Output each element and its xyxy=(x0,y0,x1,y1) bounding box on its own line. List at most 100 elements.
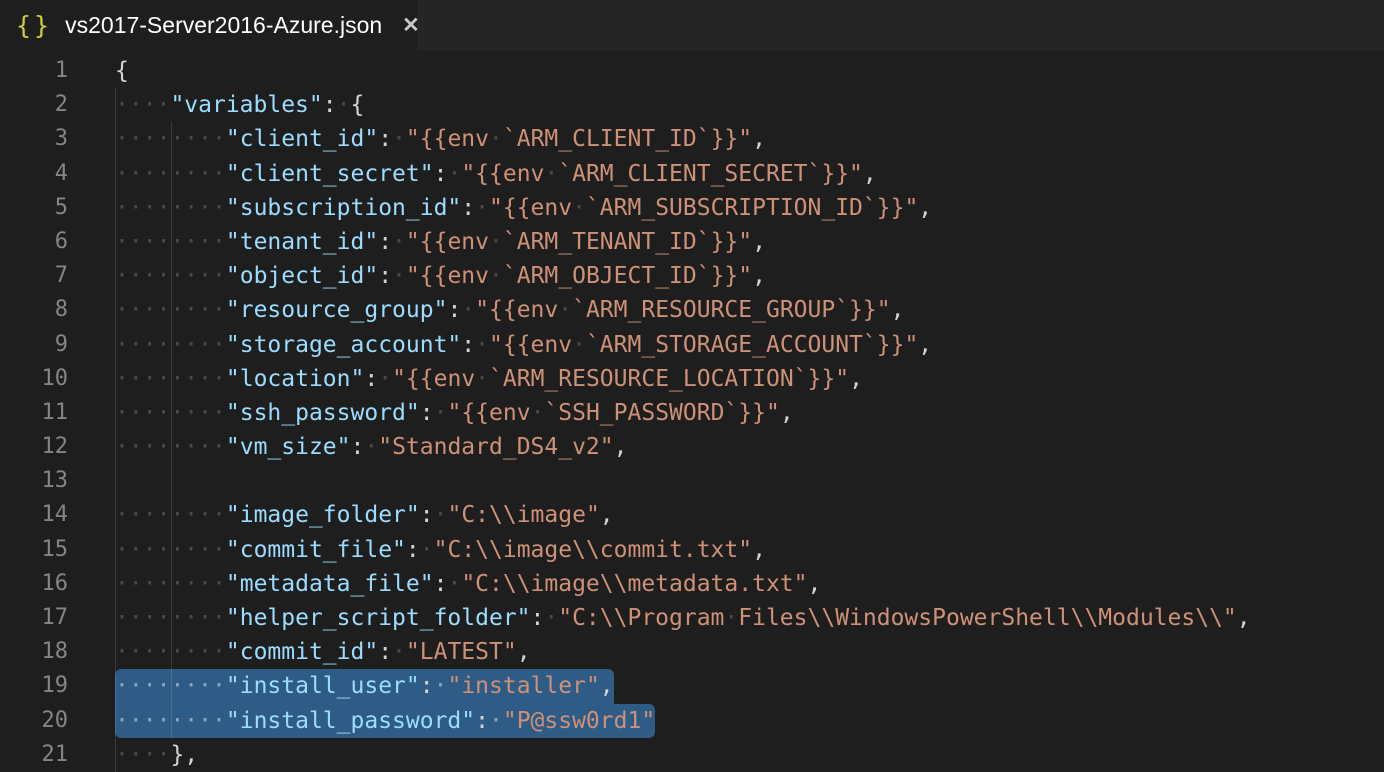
code-token: ········ xyxy=(115,126,226,152)
code-line[interactable]: 9········"storage_account":·"{{env·`ARM_… xyxy=(0,328,1384,362)
whitespace-dot: · xyxy=(115,161,129,187)
code-line[interactable]: 2····"variables":·{ xyxy=(0,88,1384,122)
whitespace-dot: · xyxy=(475,195,489,221)
line-number[interactable]: 18 xyxy=(0,635,68,669)
code-token: ········ xyxy=(115,605,226,631)
code-line[interactable]: 14········"image_folder":·"C:\\image", xyxy=(0,498,1384,532)
code-line[interactable]: 3 ········"client_id":·"{{env·`ARM_CLIENT… xyxy=(0,122,1384,156)
whitespace-dot: · xyxy=(198,605,212,631)
tab-close-icon[interactable]: ✕ xyxy=(402,11,420,39)
code-line[interactable]: 8········"resource_group":·"{{env·`ARM_R… xyxy=(0,293,1384,327)
code-token: :· xyxy=(420,673,448,699)
whitespace-dot: · xyxy=(170,571,184,597)
code-line[interactable]: 11 ········"ssh_password":·"{{env·`SSH_PA… xyxy=(0,396,1384,430)
code-line[interactable]: 13 xyxy=(0,464,1384,498)
code-line[interactable]: 19········"install_user":·"installer", xyxy=(0,669,1384,703)
code-token: , xyxy=(752,263,766,289)
code-token: "helper_script_folder" xyxy=(226,605,531,631)
whitespace-dot: · xyxy=(129,673,143,699)
code-line[interactable]: 6········"tenant_id":·"{{env·`ARM_TENANT… xyxy=(0,225,1384,259)
code-text: ········"ssh_password":·"{{env·`SSH_PASS… xyxy=(115,396,794,430)
whitespace-dot: · xyxy=(157,537,171,563)
code-line[interactable]: 18········"commit_id":·"LATEST", xyxy=(0,635,1384,669)
line-number[interactable]: 19 xyxy=(0,669,68,703)
code-line[interactable]: 5········"subscription_id":·"{{env·`ARM_… xyxy=(0,191,1384,225)
code-line[interactable]: 4········"client_secret":·"{{env·`ARM_CL… xyxy=(0,157,1384,191)
line-number[interactable]: 14 xyxy=(0,498,68,532)
line-number[interactable]: 8 xyxy=(0,293,68,327)
code-token: "vm_size" xyxy=(226,434,351,460)
whitespace-dot: · xyxy=(129,400,143,426)
code-token: :· xyxy=(351,434,379,460)
whitespace-dot: · xyxy=(129,229,143,255)
code-token: :· xyxy=(434,161,462,187)
whitespace-dot: · xyxy=(392,229,406,255)
code-token: "commit_file" xyxy=(226,537,406,563)
line-number[interactable]: 3 xyxy=(0,122,68,156)
editor-lines: 1{2····"variables":·{3········"client_id… xyxy=(0,54,1384,772)
code-line[interactable]: 12········"vm_size":·"Standard_DS4_v2", xyxy=(0,430,1384,464)
line-number[interactable]: 12 xyxy=(0,430,68,464)
whitespace-dot: · xyxy=(572,332,586,358)
whitespace-dot: · xyxy=(212,673,226,699)
code-token: , xyxy=(780,400,794,426)
code-text: ········"commit_file":·"C:\\image\\commi… xyxy=(115,533,766,567)
whitespace-dot: · xyxy=(170,605,184,631)
whitespace-dot: · xyxy=(212,195,226,221)
whitespace-dot: · xyxy=(198,639,212,665)
code-line[interactable]: 1{ xyxy=(0,54,1384,88)
code-line[interactable]: 10········"location":·"{{env·`ARM_RESOUR… xyxy=(0,362,1384,396)
code-line[interactable]: 21····}, xyxy=(0,738,1384,772)
line-number[interactable]: 20 xyxy=(0,704,68,738)
whitespace-dot: · xyxy=(184,161,198,187)
line-number[interactable]: 7 xyxy=(0,259,68,293)
line-number[interactable]: 2 xyxy=(0,88,68,122)
whitespace-dot: · xyxy=(115,571,129,597)
whitespace-dot: · xyxy=(157,366,171,392)
code-token: , xyxy=(752,537,766,563)
whitespace-dot: · xyxy=(184,366,198,392)
code-text: ········"metadata_file":·"C:\\image\\met… xyxy=(115,567,821,601)
whitespace-dot: · xyxy=(212,161,226,187)
whitespace-dot: · xyxy=(170,434,184,460)
code-line[interactable]: 7········"object_id":·"{{env·`ARM_OBJECT… xyxy=(0,259,1384,293)
whitespace-dot: · xyxy=(143,537,157,563)
editor[interactable]: 1{2····"variables":·{3········"client_id… xyxy=(0,50,1384,772)
whitespace-dot: · xyxy=(212,537,226,563)
whitespace-dot: · xyxy=(170,161,184,187)
line-number[interactable]: 1 xyxy=(0,54,68,88)
code-token: ········ xyxy=(115,537,226,563)
line-number[interactable]: 5 xyxy=(0,191,68,225)
code-line[interactable]: 20········"install_password":·"P@ssw0rd1… xyxy=(0,704,1384,738)
whitespace-dot: · xyxy=(198,263,212,289)
code-token: "{{env·`ARM_TENANT_ID`}}" xyxy=(406,229,752,255)
line-number[interactable]: 17 xyxy=(0,601,68,635)
line-number[interactable]: 13 xyxy=(0,464,68,498)
whitespace-dot: · xyxy=(170,639,184,665)
whitespace-dot: · xyxy=(212,229,226,255)
whitespace-dot: · xyxy=(129,366,143,392)
whitespace-dot: · xyxy=(184,571,198,597)
code-token: ········ xyxy=(115,434,226,460)
code-token: "{{env·`ARM_SUBSCRIPTION_ID`}}" xyxy=(489,195,918,221)
line-number[interactable]: 6 xyxy=(0,225,68,259)
line-number[interactable]: 11 xyxy=(0,396,68,430)
line-number[interactable]: 16 xyxy=(0,567,68,601)
tab-vs2017-server2016-azure[interactable]: {} vs2017-Server2016-Azure.json ✕ xyxy=(0,0,417,50)
line-number[interactable]: 4 xyxy=(0,157,68,191)
code-token: "location" xyxy=(226,366,364,392)
line-number[interactable]: 15 xyxy=(0,533,68,567)
whitespace-dot: · xyxy=(184,708,198,734)
code-token: :· xyxy=(461,195,489,221)
whitespace-dot: · xyxy=(157,708,171,734)
code-line[interactable]: 15 ········"commit_file":·"C:\\image\\com… xyxy=(0,533,1384,567)
code-line[interactable]: 17········"helper_script_folder":·"C:\\P… xyxy=(0,601,1384,635)
code-token: "install_user" xyxy=(226,673,420,699)
line-number[interactable]: 9 xyxy=(0,328,68,362)
whitespace-dot: · xyxy=(129,92,143,118)
code-line[interactable]: 16 ········"metadata_file":·"C:\\image\\m… xyxy=(0,567,1384,601)
code-text: ········"client_id":·"{{env·`ARM_CLIENT_… xyxy=(115,122,766,156)
line-number[interactable]: 21 xyxy=(0,738,68,772)
whitespace-dot: · xyxy=(115,742,129,768)
line-number[interactable]: 10 xyxy=(0,362,68,396)
